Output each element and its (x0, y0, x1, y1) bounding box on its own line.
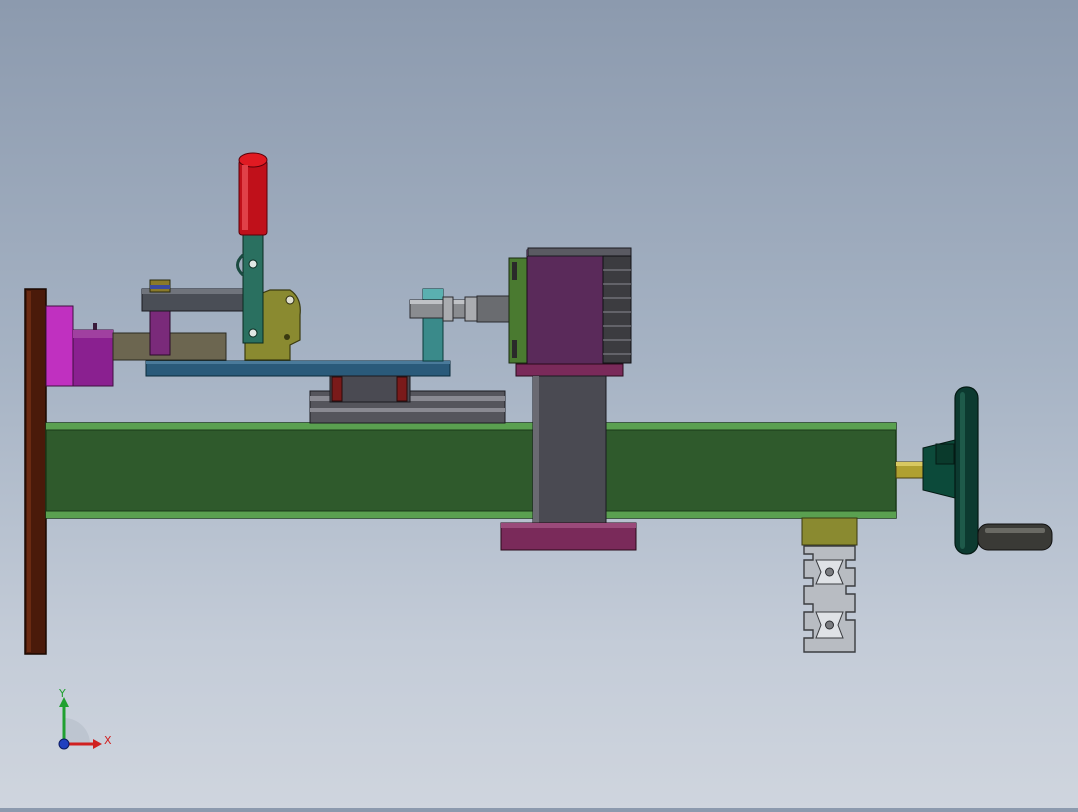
base-plate[interactable] (145, 360, 451, 377)
triad-quarter-disc (64, 718, 90, 744)
threaded-rod[interactable] (409, 295, 516, 323)
rail-carriage[interactable] (329, 375, 411, 403)
cad-model-drawing: Y X (24, 152, 1053, 750)
profile-bracket[interactable] (801, 517, 858, 546)
magenta-mount-block[interactable] (45, 305, 114, 387)
aluminum-profile[interactable] (803, 545, 856, 653)
handwheel-knob[interactable] (977, 523, 1053, 551)
motor-housing[interactable] (508, 249, 605, 365)
coordinate-triad: Y X (58, 687, 112, 750)
wall-plate[interactable] (24, 288, 47, 655)
handwheel[interactable] (922, 386, 979, 555)
cad-viewport[interactable]: Y X (0, 0, 1078, 808)
clamp-arm[interactable] (141, 279, 258, 312)
slide-block[interactable] (112, 309, 227, 361)
drive-shaft[interactable] (895, 461, 927, 479)
y-axis-label: Y (58, 687, 66, 700)
z-axis-dot (58, 738, 70, 750)
main-beam[interactable] (45, 422, 897, 519)
clamp-lever[interactable] (236, 232, 264, 344)
clamp-handle-grip[interactable] (238, 152, 268, 236)
x-axis-label: X (104, 734, 112, 747)
